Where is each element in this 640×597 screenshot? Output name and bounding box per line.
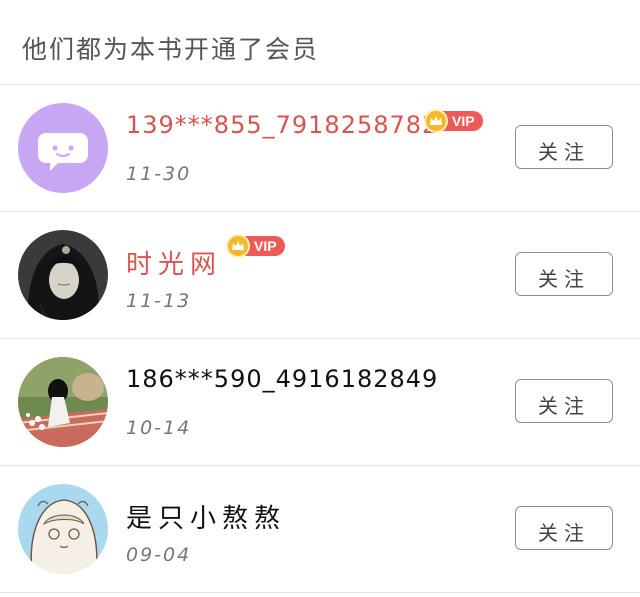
follow-button[interactable]: 关注 [515, 379, 613, 423]
follow-button[interactable]: 关注 [515, 252, 613, 296]
follow-button[interactable]: 关注 [515, 506, 613, 550]
list-item[interactable]: 是只小熬熬 09-04 关注 [0, 466, 640, 593]
join-date: 09-04 [126, 544, 192, 566]
list-item[interactable]: 186***590_4916182849 10-14 关注 [0, 339, 640, 466]
vip-badge: VIP [226, 234, 285, 258]
crown-icon [226, 234, 250, 258]
avatar[interactable] [18, 103, 108, 193]
reading-girl-icon [18, 357, 108, 447]
follow-button[interactable]: 关注 [515, 125, 613, 169]
member-name[interactable]: 186***590_4916182849 [126, 365, 438, 393]
member-name[interactable]: 139***855_7918258782 [126, 111, 438, 139]
join-date: 11-13 [126, 290, 192, 312]
list-item[interactable]: 139***855_7918258782 VIP 11-30 关注 [0, 85, 640, 212]
page-title: 他们都为本书开通了会员 [22, 35, 320, 64]
vip-badge: VIP [424, 109, 483, 133]
join-date: 11-30 [126, 163, 192, 185]
member-name[interactable]: 时光网 [126, 244, 222, 281]
join-date: 10-14 [126, 417, 192, 439]
avatar[interactable] [18, 357, 108, 447]
portrait-icon [18, 230, 108, 320]
avatar[interactable] [18, 230, 108, 320]
member-name[interactable]: 是只小熬熬 [126, 498, 286, 535]
sketch-girl-icon [18, 484, 108, 574]
list-item[interactable]: 时光网 VIP 11-13 关注 [0, 212, 640, 339]
crown-icon [424, 109, 448, 133]
header: 他们都为本书开通了会员 [0, 0, 640, 85]
avatar[interactable] [18, 484, 108, 574]
chat-bubble-icon [18, 103, 108, 193]
